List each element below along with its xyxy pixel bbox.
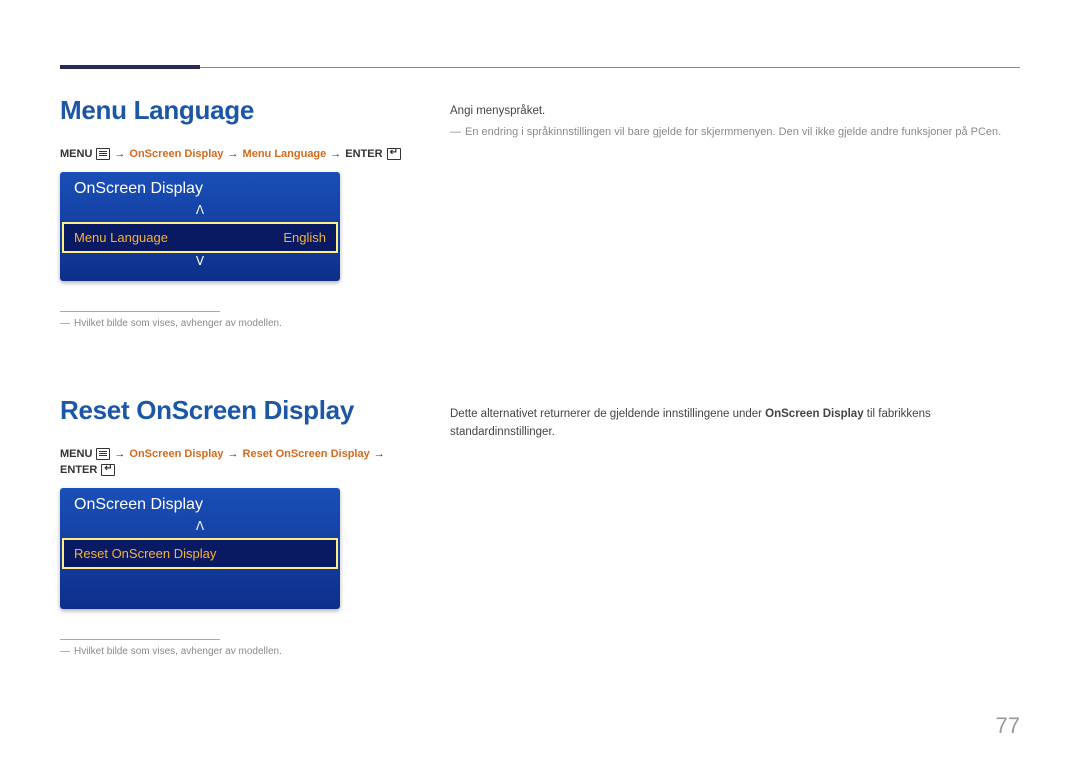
breadcrumb-reset-osd: MENU → OnScreen Display → Reset OnScreen… <box>60 448 420 476</box>
osd-padding <box>60 569 340 609</box>
menu-icon <box>96 448 110 460</box>
osd-padding <box>60 273 340 281</box>
osd-widget-reset: OnScreen Display ᐱ Reset OnScreen Displa… <box>60 488 340 609</box>
top-rule <box>60 67 1020 68</box>
breadcrumb-enter-label: ENTER <box>345 148 382 160</box>
breadcrumb-path-1: OnScreen Display <box>129 148 223 160</box>
footnote-reset: ― Hvilket bilde som vises, avhenger av mo… <box>60 646 420 657</box>
body-note-text: En endring i språkinnstillingen vil bare… <box>465 126 1001 138</box>
arrow-sep: → <box>374 448 385 460</box>
arrow-sep: → <box>330 148 341 160</box>
osd-widget-menu-language: OnScreen Display ᐱ Menu Language English… <box>60 172 340 281</box>
page: Menu Language MENU → OnScreen Display → … <box>0 0 1080 763</box>
breadcrumb-enter-label: ENTER <box>60 464 97 476</box>
footnote-rule <box>60 639 220 640</box>
breadcrumb-menu-label: MENU <box>60 148 92 160</box>
dash-icon: ― <box>450 126 461 138</box>
dash-icon: ― <box>60 646 70 657</box>
section-reset-osd-left: Reset OnScreen Display MENU → OnScreen D… <box>60 395 420 657</box>
footnote-text: Hvilket bilde som vises, avhenger av mod… <box>74 646 282 657</box>
arrow-sep: → <box>228 148 239 160</box>
body-strong: OnScreen Display <box>765 408 863 420</box>
osd-title: OnScreen Display <box>60 172 340 202</box>
heading-menu-language: Menu Language <box>60 95 420 126</box>
osd-item-value: English <box>283 230 326 245</box>
heading-reset-osd: Reset OnScreen Display <box>60 395 420 426</box>
osd-title: OnScreen Display <box>60 488 340 518</box>
footnote-text: Hvilket bilde som vises, avhenger av mod… <box>74 318 282 329</box>
osd-item-label: Reset OnScreen Display <box>74 546 216 561</box>
section-menu-language-left: Menu Language MENU → OnScreen Display → … <box>60 95 420 329</box>
chevron-up-icon[interactable]: ᐱ <box>60 202 340 222</box>
breadcrumb-path-2: Menu Language <box>243 148 327 160</box>
osd-item-menu-language[interactable]: Menu Language English <box>62 222 338 253</box>
page-number: 77 <box>996 713 1020 739</box>
osd-item-label: Menu Language <box>74 230 168 245</box>
breadcrumb-path-2: Reset OnScreen Display <box>243 448 370 460</box>
breadcrumb-menu-language: MENU → OnScreen Display → Menu Language … <box>60 148 420 160</box>
dash-icon: ― <box>60 318 70 329</box>
section-menu-language-right: Angi menyspråket. ― En endring i språkinn… <box>450 102 1020 142</box>
body-pre: Dette alternativet returnerer de gjelden… <box>450 408 765 420</box>
top-rule-accent <box>60 65 200 69</box>
body-note-1: ― En endring i språkinnstillingen vil bar… <box>450 124 1020 142</box>
enter-icon <box>387 148 401 160</box>
chevron-down-icon[interactable]: ᐯ <box>60 253 340 273</box>
footnote-menu-language: ― Hvilket bilde som vises, avhenger av mo… <box>60 318 420 329</box>
osd-item-reset[interactable]: Reset OnScreen Display <box>62 538 338 569</box>
enter-icon <box>101 464 115 476</box>
arrow-sep: → <box>114 448 125 460</box>
breadcrumb-path-1: OnScreen Display <box>129 448 223 460</box>
arrow-sep: → <box>114 148 125 160</box>
footnote-rule <box>60 311 220 312</box>
body-text-2: Dette alternativet returnerer de gjelden… <box>450 405 1020 442</box>
breadcrumb-menu-label: MENU <box>60 448 92 460</box>
arrow-sep: → <box>228 448 239 460</box>
section-reset-osd-right: Dette alternativet returnerer de gjelden… <box>450 405 1020 442</box>
menu-icon <box>96 148 110 160</box>
body-text-1: Angi menyspråket. <box>450 102 1020 120</box>
chevron-up-icon[interactable]: ᐱ <box>60 518 340 538</box>
